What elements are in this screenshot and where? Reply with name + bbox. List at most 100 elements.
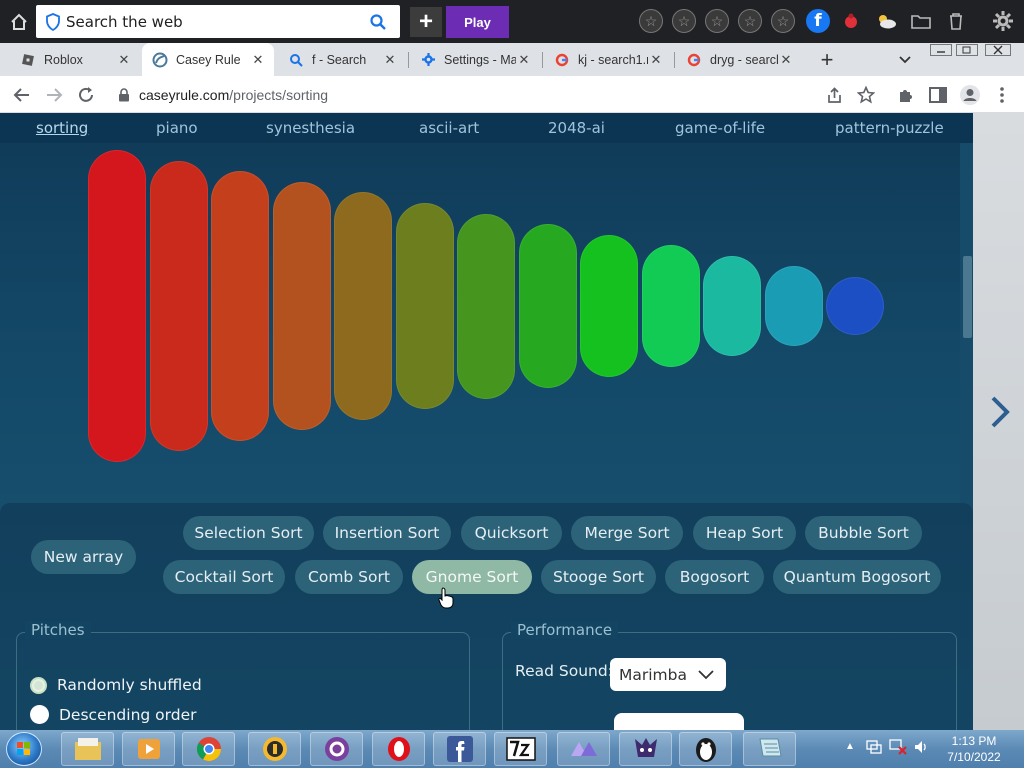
facebook-icon[interactable]: f bbox=[806, 9, 830, 33]
quicksort-button[interactable]: Quicksort bbox=[461, 516, 562, 550]
network-icon[interactable] bbox=[866, 739, 882, 758]
back-icon[interactable] bbox=[10, 83, 34, 107]
extensions-icon[interactable] bbox=[894, 83, 918, 107]
chevron-down-icon[interactable] bbox=[893, 49, 917, 71]
tab-kj-search[interactable]: kj - search1.r ✕ bbox=[544, 43, 672, 76]
search-icon bbox=[288, 52, 304, 68]
app-q-icon[interactable] bbox=[310, 732, 363, 766]
write-sound-select[interactable] bbox=[614, 713, 744, 730]
lock-icon[interactable] bbox=[118, 88, 130, 102]
nav-link-synesthesia[interactable]: synesthesia bbox=[266, 119, 355, 137]
close-window-icon[interactable] bbox=[984, 43, 1012, 57]
close-icon[interactable]: ✕ bbox=[250, 52, 266, 68]
radio-button[interactable] bbox=[30, 705, 49, 724]
array-visualization bbox=[0, 143, 973, 503]
vpn-key-icon[interactable] bbox=[248, 732, 301, 766]
reload-icon[interactable] bbox=[74, 83, 98, 107]
app-penguin-icon[interactable] bbox=[679, 732, 732, 766]
nav-link-pattern-puzzle[interactable]: pattern-puzzle bbox=[835, 119, 944, 137]
gear-icon[interactable] bbox=[990, 8, 1016, 34]
opera-icon[interactable] bbox=[372, 732, 425, 766]
tab-dryg-search[interactable]: dryg - search ✕ bbox=[676, 43, 802, 76]
array-bar bbox=[703, 255, 761, 357]
close-icon[interactable]: ✕ bbox=[778, 52, 794, 68]
nav-link-game-of-life[interactable]: game-of-life bbox=[675, 119, 765, 137]
trash-icon[interactable] bbox=[945, 10, 967, 32]
gnome-sort-button[interactable]: Gnome Sort bbox=[412, 560, 532, 594]
media-player-icon[interactable] bbox=[122, 732, 175, 766]
volume-icon[interactable] bbox=[913, 739, 929, 758]
comb-sort-button[interactable]: Comb Sort bbox=[295, 560, 403, 594]
read-sound-select[interactable]: Marimba bbox=[610, 658, 726, 691]
radio-button-selected[interactable] bbox=[30, 676, 47, 694]
star-icon[interactable]: ☆ bbox=[672, 9, 696, 33]
url-field[interactable]: caseyrule.com/projects/sorting bbox=[108, 81, 880, 109]
tab-title: Casey Rule bbox=[176, 52, 241, 67]
scrollbar-thumb[interactable] bbox=[963, 256, 972, 338]
star-icon[interactable]: ☆ bbox=[738, 9, 762, 33]
quantum-bogosort-button[interactable]: Quantum Bogosort bbox=[773, 560, 941, 594]
nav-link-2048-ai[interactable]: 2048-ai bbox=[548, 119, 605, 137]
cocktail-sort-button[interactable]: Cocktail Sort bbox=[163, 560, 285, 594]
close-icon[interactable]: ✕ bbox=[382, 52, 398, 68]
side-panel-icon[interactable] bbox=[926, 83, 950, 107]
file-explorer-icon[interactable] bbox=[61, 732, 114, 766]
merge-sort-button[interactable]: Merge Sort bbox=[571, 516, 683, 550]
bookmark-star-icon[interactable] bbox=[854, 83, 878, 107]
next-arrow-icon[interactable] bbox=[987, 395, 1015, 435]
nav-link-piano[interactable]: piano bbox=[156, 119, 198, 137]
home-icon[interactable] bbox=[6, 9, 32, 35]
stooge-sort-button[interactable]: Stooge Sort bbox=[541, 560, 656, 594]
tab-f-search[interactable]: f - Search ✕ bbox=[278, 43, 406, 76]
close-icon[interactable]: ✕ bbox=[116, 52, 132, 68]
start-button[interactable] bbox=[6, 732, 42, 766]
notepad-icon[interactable] bbox=[743, 732, 796, 766]
selection-sort-button[interactable]: Selection Sort bbox=[183, 516, 314, 550]
tab-casey-rule[interactable]: Casey Rule ✕ bbox=[142, 43, 274, 76]
tab-settings[interactable]: Settings - Ma ✕ bbox=[410, 43, 540, 76]
play-button[interactable]: Play bbox=[446, 6, 509, 38]
game-character-icon[interactable] bbox=[619, 732, 672, 766]
star-icon[interactable]: ☆ bbox=[639, 9, 663, 33]
chrome-icon[interactable] bbox=[182, 732, 235, 766]
clock-date: 7/10/2022 bbox=[947, 750, 1001, 764]
web-search-box[interactable]: Search the web bbox=[36, 5, 400, 38]
nav-link-sorting[interactable]: sorting bbox=[36, 119, 88, 137]
folder-icon[interactable] bbox=[910, 10, 932, 32]
minimize-icon[interactable] bbox=[928, 43, 954, 57]
close-icon[interactable]: ✕ bbox=[648, 52, 664, 68]
show-hidden-icons-icon[interactable]: ▲ bbox=[845, 741, 855, 752]
google-icon bbox=[686, 52, 702, 68]
share-icon[interactable] bbox=[822, 83, 846, 107]
radio-descending-order[interactable]: Descending order bbox=[30, 705, 197, 724]
array-bar bbox=[764, 266, 823, 346]
bogosort-button[interactable]: Bogosort bbox=[665, 560, 764, 594]
7zip-icon[interactable] bbox=[494, 732, 547, 766]
nav-link-ascii-art[interactable]: ascii-art bbox=[419, 119, 479, 137]
no-connection-icon[interactable] bbox=[889, 739, 907, 758]
forward-icon[interactable] bbox=[42, 83, 66, 107]
heap-sort-button[interactable]: Heap Sort bbox=[693, 516, 796, 550]
radio-randomly-shuffled[interactable]: Randomly shuffled bbox=[30, 676, 202, 694]
close-icon[interactable]: ✕ bbox=[516, 52, 532, 68]
add-icon[interactable]: + bbox=[410, 7, 442, 37]
bug-icon[interactable] bbox=[840, 10, 862, 32]
array-bar bbox=[334, 192, 392, 420]
url-domain: caseyrule.com bbox=[139, 87, 230, 103]
star-icon[interactable]: ☆ bbox=[705, 9, 729, 33]
array-bar bbox=[88, 150, 146, 462]
restore-icon[interactable] bbox=[954, 43, 980, 57]
new-array-button[interactable]: New array bbox=[31, 540, 136, 574]
weather-icon[interactable] bbox=[874, 10, 898, 32]
tab-roblox[interactable]: Roblox ✕ bbox=[10, 43, 140, 76]
more-menu-icon[interactable] bbox=[990, 83, 1014, 107]
star-icon[interactable]: ☆ bbox=[771, 9, 795, 33]
new-tab-icon[interactable]: + bbox=[815, 47, 839, 72]
system-clock[interactable]: 1:13 PM 7/10/2022 bbox=[934, 733, 1014, 765]
bubble-sort-button[interactable]: Bubble Sort bbox=[805, 516, 922, 550]
profile-icon[interactable] bbox=[958, 83, 982, 107]
facebook-app-icon[interactable] bbox=[433, 732, 486, 766]
search-icon[interactable] bbox=[369, 13, 387, 31]
app-triangles-icon[interactable] bbox=[557, 732, 610, 766]
insertion-sort-button[interactable]: Insertion Sort bbox=[323, 516, 451, 550]
